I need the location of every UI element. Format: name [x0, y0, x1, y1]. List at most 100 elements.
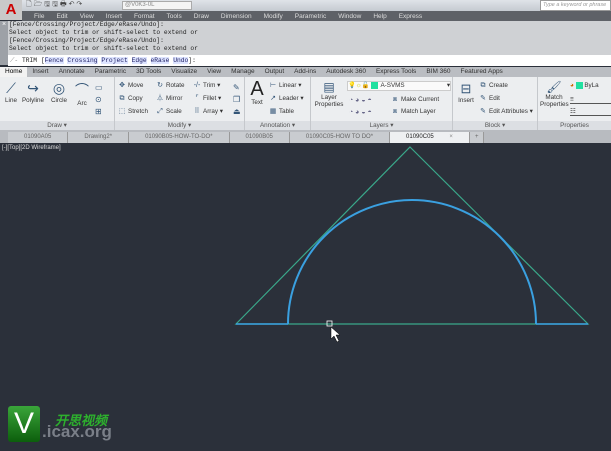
menu-file[interactable]: File — [34, 13, 44, 20]
lineweight-dropdown[interactable]: ≡ — [570, 96, 611, 104]
tab-parametric[interactable]: Parametric — [90, 67, 131, 77]
command-name: TRIM [ — [21, 57, 45, 64]
menu-insert[interactable]: Insert — [106, 13, 122, 20]
stretch-label: Stretch — [128, 108, 148, 116]
stretch-button[interactable]: ⬚ Stretch — [118, 108, 148, 115]
linear-button[interactable]: ⊢ Linear ▾ — [269, 82, 302, 89]
properties-panel-label[interactable]: Properties — [538, 121, 611, 130]
rotate-button[interactable]: ↻ Rotate — [156, 82, 185, 89]
scale-button[interactable]: ⤢ Scale — [156, 108, 182, 115]
fillet-button[interactable]: ⌜ Fillet ▾ — [193, 95, 221, 102]
tab-visualize[interactable]: Visualize — [166, 67, 202, 77]
trim-button[interactable]: -/- Trim ▾ — [193, 82, 221, 90]
file-tab[interactable]: 01090A05 — [8, 132, 69, 143]
tab-manage[interactable]: Manage — [226, 67, 260, 77]
triangle[interactable] — [234, 146, 590, 325]
move-button[interactable]: ✥ Move — [118, 82, 143, 89]
match-layer-button[interactable]: ⧈ Match Layer — [391, 108, 436, 115]
linetype-dropdown[interactable]: ☷ — [570, 108, 611, 116]
color-dropdown[interactable]: ◕ ByLa — [570, 82, 599, 89]
layer-tool-icons[interactable]: ◔ ◕ ◒ ◓ ◔ ◕ ◒ ◓ — [349, 95, 372, 119]
tab-bim-360[interactable]: BIM 360 — [421, 67, 455, 77]
table-button[interactable]: ▦ Table — [269, 108, 294, 115]
file-tab[interactable]: 01090B05-HOW-TO-DO* — [129, 132, 230, 143]
make-current-button[interactable]: ⧈ Make Current — [391, 96, 439, 103]
menu-draw[interactable]: Draw — [194, 13, 209, 20]
create-block-button[interactable]: ⧉ Create — [479, 82, 508, 89]
draw-panel-label[interactable]: Draw ▾ — [0, 121, 114, 130]
edit-block-button[interactable]: ✎ Edit — [479, 95, 500, 102]
trimmed-arc[interactable] — [287, 199, 537, 325]
tab-home[interactable]: Home — [0, 67, 28, 77]
menu-tools[interactable]: Tools — [167, 13, 182, 20]
copy-button[interactable]: ⧉ Copy — [118, 95, 143, 102]
file-tab[interactable]: Drawing2* — [68, 132, 130, 143]
edit-label: Edit — [489, 95, 500, 103]
annotation-panel-label[interactable]: Annotation ▾ — [245, 121, 310, 130]
mirror-icon: ⏃ — [156, 95, 164, 102]
array-button[interactable]: ⠿ Array ▾ — [193, 108, 223, 115]
command-input[interactable]: ⟋- TRIM [Fence Crossing Project Edge eRa… — [8, 55, 611, 66]
viewport-controls[interactable]: [-][Top][2D Wireframe] — [2, 145, 61, 151]
polyline-button[interactable]: ↪ Polyline — [21, 80, 45, 104]
layers-panel-label[interactable]: Layers ▾ — [311, 121, 452, 130]
leader-icon: ↗ — [270, 95, 276, 102]
close-tab-icon[interactable]: × — [449, 134, 453, 140]
tab-3d-tools[interactable]: 3D Tools — [131, 67, 166, 77]
workspace-select[interactable]: @V0K3-0L — [122, 1, 192, 10]
modify-more-icons[interactable]: ✎ ❒ ⏏ — [233, 82, 241, 118]
match-properties-button[interactable]: 🖌 Match Properties — [540, 80, 569, 108]
menu-view[interactable]: View — [80, 13, 94, 20]
tab-featured-apps[interactable]: Featured Apps — [456, 67, 508, 77]
new-tab-button[interactable]: + — [469, 132, 485, 143]
insert-block-button[interactable]: ⊟ Insert — [455, 81, 477, 104]
layers-panel: ▤ Layer Properties 💡☼🔓 A-SVMS ▾ ⧈ Make Curre… — [311, 77, 453, 130]
trim-label: Trim — [203, 82, 216, 90]
menu-modify[interactable]: Modify — [264, 13, 283, 20]
menu-window[interactable]: Window — [338, 13, 361, 20]
modify-panel-label[interactable]: Modify ▾ — [115, 121, 244, 130]
menu-dimension[interactable]: Dimension — [221, 13, 252, 20]
drawing-canvas[interactable] — [0, 143, 611, 451]
leader-button[interactable]: ↗ Leader ▾ — [269, 95, 303, 102]
file-tab-active[interactable]: 01090C05 × — [390, 132, 470, 143]
edit-attributes-icon: ✎ — [480, 108, 486, 115]
file-tab[interactable]: 01090B05 — [229, 132, 290, 143]
option-erase[interactable]: eRase — [150, 57, 170, 64]
command-close-icon[interactable]: × — [0, 21, 8, 65]
search-input[interactable]: Type a keyword or phrase — [540, 0, 611, 11]
tab-view[interactable]: View — [202, 67, 226, 77]
menu-edit[interactable]: Edit — [56, 13, 67, 20]
draw-more-icons[interactable]: ▭ ⊙ ⊞ — [95, 82, 103, 118]
option-edge[interactable]: Edge — [131, 57, 147, 64]
layer-properties-button[interactable]: ▤ Layer Properties — [313, 80, 345, 108]
file-tab[interactable]: 01090C05-HOW TO DO* — [289, 132, 391, 143]
layer-dropdown[interactable]: 💡☼🔓 A-SVMS ▾ — [347, 81, 451, 91]
menu-format[interactable]: Format — [134, 13, 155, 20]
tab-add-ins[interactable]: Add-ins — [289, 67, 321, 77]
tab-insert[interactable]: Insert — [27, 67, 53, 77]
menu-express[interactable]: Express — [399, 13, 422, 20]
option-fence[interactable]: Fence — [44, 57, 64, 64]
tab-express-tools[interactable]: Express Tools — [371, 67, 421, 77]
option-undo[interactable]: Undo — [173, 57, 189, 64]
circle-button[interactable]: ◎ Circle — [48, 80, 70, 104]
file-tabs: 01090A05 Drawing2* 01090B05-HOW-TO-DO* 0… — [0, 130, 611, 143]
option-project[interactable]: Project — [101, 57, 128, 64]
menu-help[interactable]: Help — [373, 13, 386, 20]
line-button[interactable]: ⟋ Line — [2, 80, 20, 104]
menu-parametric[interactable]: Parametric — [295, 13, 326, 20]
text-button[interactable]: A Text — [247, 79, 267, 106]
app-menu-button[interactable]: A — [0, 0, 22, 20]
option-crossing[interactable]: Crossing — [67, 57, 98, 64]
quick-access-icons[interactable]: 🗋 🗁 🖫 🖫 🖶 ↶ ↷ — [26, 0, 82, 11]
block-panel-label[interactable]: Block ▾ — [453, 121, 537, 130]
arc-button[interactable]: ⌒ Arc — [73, 80, 91, 107]
mirror-button[interactable]: ⏃ Mirror — [156, 95, 183, 102]
tab-autodesk-360[interactable]: Autodesk 360 — [321, 67, 371, 77]
tab-output[interactable]: Output — [260, 67, 290, 77]
watermark-logo: V — [8, 406, 40, 442]
tab-annotate[interactable]: Annotate — [54, 67, 90, 77]
layer-properties-icon: ▤ — [323, 80, 335, 94]
edit-attributes-button[interactable]: ✎ Edit Attributes ▾ — [479, 108, 533, 115]
